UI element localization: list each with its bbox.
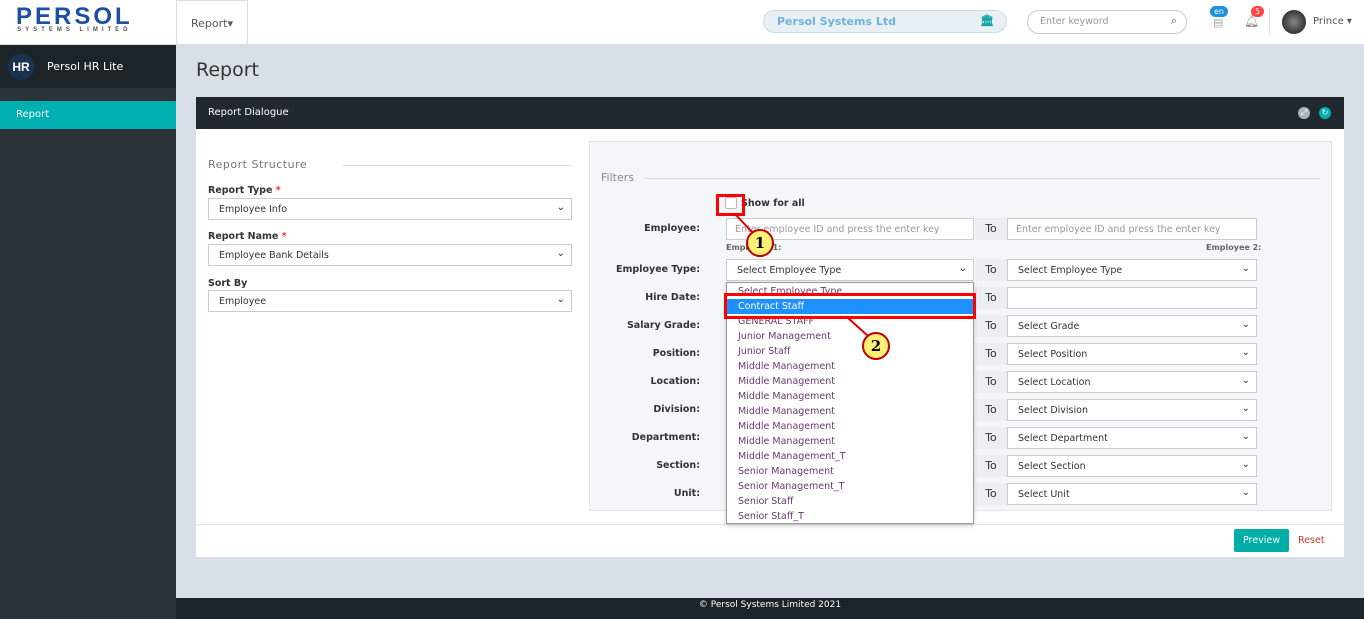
callout-2: 2 <box>862 332 890 360</box>
annotation-lines <box>734 213 869 337</box>
callout-1: 1 <box>746 229 774 257</box>
footer: © Persol Systems Limited 2021 <box>176 598 1364 619</box>
